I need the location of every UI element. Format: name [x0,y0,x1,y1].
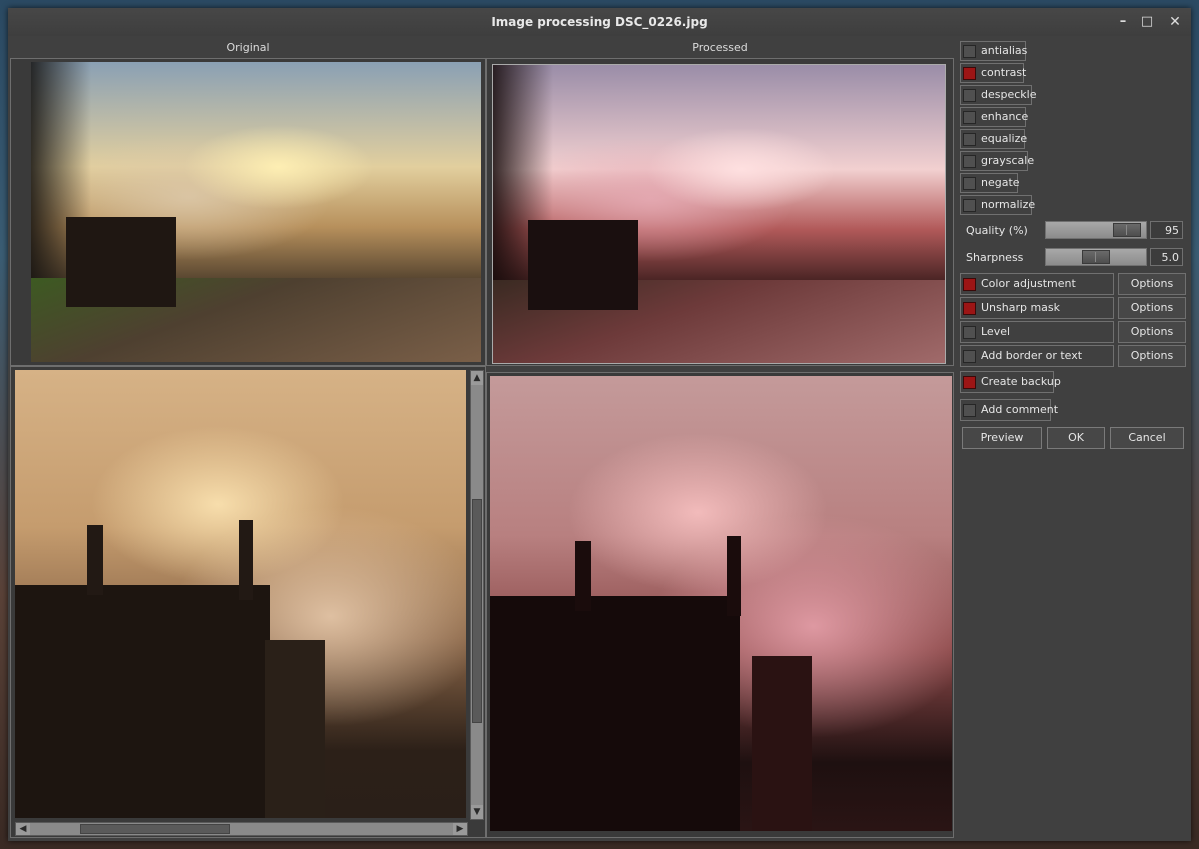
quality-slider-thumb[interactable] [1113,223,1141,237]
horizontal-scrollbar[interactable]: ◀ ▶ [15,822,468,836]
option-label: normalize [981,198,1036,211]
quality-label: Quality (%) [966,224,1028,237]
preview-button[interactable]: Preview [962,427,1042,449]
hut-silhouette [490,596,740,831]
checkbox[interactable] [963,199,976,212]
checkbox[interactable] [963,376,976,389]
arrow-down-icon[interactable]: ▼ [471,805,483,819]
filter-label: Unsharp mask [981,301,1061,314]
sharpness-label: Sharpness [966,251,1024,264]
hut-silhouette [15,585,270,818]
processed-zoom-view[interactable] [490,376,952,831]
chimney [575,541,591,611]
window-title: Image processing DSC_0226.jpg [491,15,708,29]
checkbox[interactable] [963,155,976,168]
shed-silhouette [265,640,325,818]
original-label: Original [226,41,270,54]
filter-add-border-or-text[interactable]: Add border or text [960,345,1114,367]
original-preview-frame [10,58,486,366]
original-thumbnail [31,62,481,362]
checkbox[interactable] [963,45,976,58]
sharpness-slider[interactable] [1045,248,1147,266]
hut-silhouette [528,220,638,310]
option-label: equalize [981,132,1028,145]
option-enhance[interactable]: enhance [960,107,1029,127]
option-normalize[interactable]: normalize [960,195,1036,215]
hut-silhouette [66,217,176,307]
arrow-left-icon[interactable]: ◀ [16,823,30,835]
checkbox[interactable] [963,404,976,417]
option-label: enhance [981,110,1029,123]
checkbox[interactable] [963,67,976,80]
add-border-or-text-options-button[interactable]: Options [1118,345,1186,367]
checkbox[interactable] [963,133,976,146]
chimney [727,536,741,616]
filter-color-adjustment[interactable]: Color adjustment [960,273,1114,295]
option-despeckle[interactable]: despeckle [960,85,1036,105]
option-label: negate [981,176,1020,189]
create-backup-label: Create backup [981,375,1061,388]
processed-zoom-frame [486,372,954,838]
checkbox[interactable] [963,302,976,315]
horizontal-scroll-thumb[interactable] [80,824,230,834]
maximize-icon[interactable]: □ [1139,14,1155,30]
color-adjustment-options-button[interactable]: Options [1118,273,1186,295]
filter-level[interactable]: Level [960,321,1114,343]
checkbox[interactable] [963,177,976,190]
unsharp-mask-options-button[interactable]: Options [1118,297,1186,319]
quality-slider[interactable] [1045,221,1147,239]
original-zoom-frame: ▲ ▼ ◀ ▶ [10,366,486,838]
cancel-button[interactable]: Cancel [1110,427,1184,449]
filter-label: Add border or text [981,349,1083,362]
vertical-scroll-thumb[interactable] [472,499,482,723]
add-comment-label: Add comment [981,403,1059,416]
processed-thumbnail [492,64,946,364]
chimney [87,525,103,595]
option-label: contrast [981,66,1027,79]
processed-label: Processed [692,41,748,54]
add-comment-option[interactable]: Add comment [960,399,1058,421]
filter-unsharp-mask[interactable]: Unsharp mask [960,297,1114,319]
close-icon[interactable]: ✕ [1167,14,1183,30]
quality-value[interactable]: 95 [1150,221,1183,239]
filter-label: Color adjustment [981,277,1076,290]
option-negate[interactable]: negate [960,173,1020,193]
create-backup-option[interactable]: Create backup [960,371,1061,393]
option-label: grayscale [981,154,1035,167]
checkbox[interactable] [963,350,976,363]
ok-button[interactable]: OK [1047,427,1105,449]
option-equalize[interactable]: equalize [960,129,1028,149]
vertical-scrollbar[interactable]: ▲ ▼ [470,370,484,820]
option-label: despeckle [981,88,1037,101]
option-grayscale[interactable]: grayscale [960,151,1034,171]
checkbox[interactable] [963,326,976,339]
option-label: antialias [981,44,1028,57]
minimize-icon[interactable]: – [1115,14,1131,30]
checkbox[interactable] [963,111,976,124]
original-zoom-view[interactable] [15,370,466,818]
arrow-up-icon[interactable]: ▲ [471,371,483,385]
sharpness-value[interactable]: 5.0 [1150,248,1183,266]
chimney [239,520,253,600]
option-contrast[interactable]: contrast [960,63,1027,83]
title-bar[interactable]: Image processing DSC_0226.jpg – □ ✕ [8,8,1191,36]
level-options-button[interactable]: Options [1118,321,1186,343]
arrow-right-icon[interactable]: ▶ [453,823,467,835]
filter-label: Level [981,325,1011,338]
option-antialias[interactable]: antialias [960,41,1028,61]
sharpness-slider-thumb[interactable] [1082,250,1110,264]
shed-silhouette [752,656,812,831]
image-processing-dialog: Image processing DSC_0226.jpg – □ ✕ Orig… [8,8,1191,841]
processed-preview-frame [486,58,954,366]
checkbox[interactable] [963,89,976,102]
checkbox[interactable] [963,278,976,291]
